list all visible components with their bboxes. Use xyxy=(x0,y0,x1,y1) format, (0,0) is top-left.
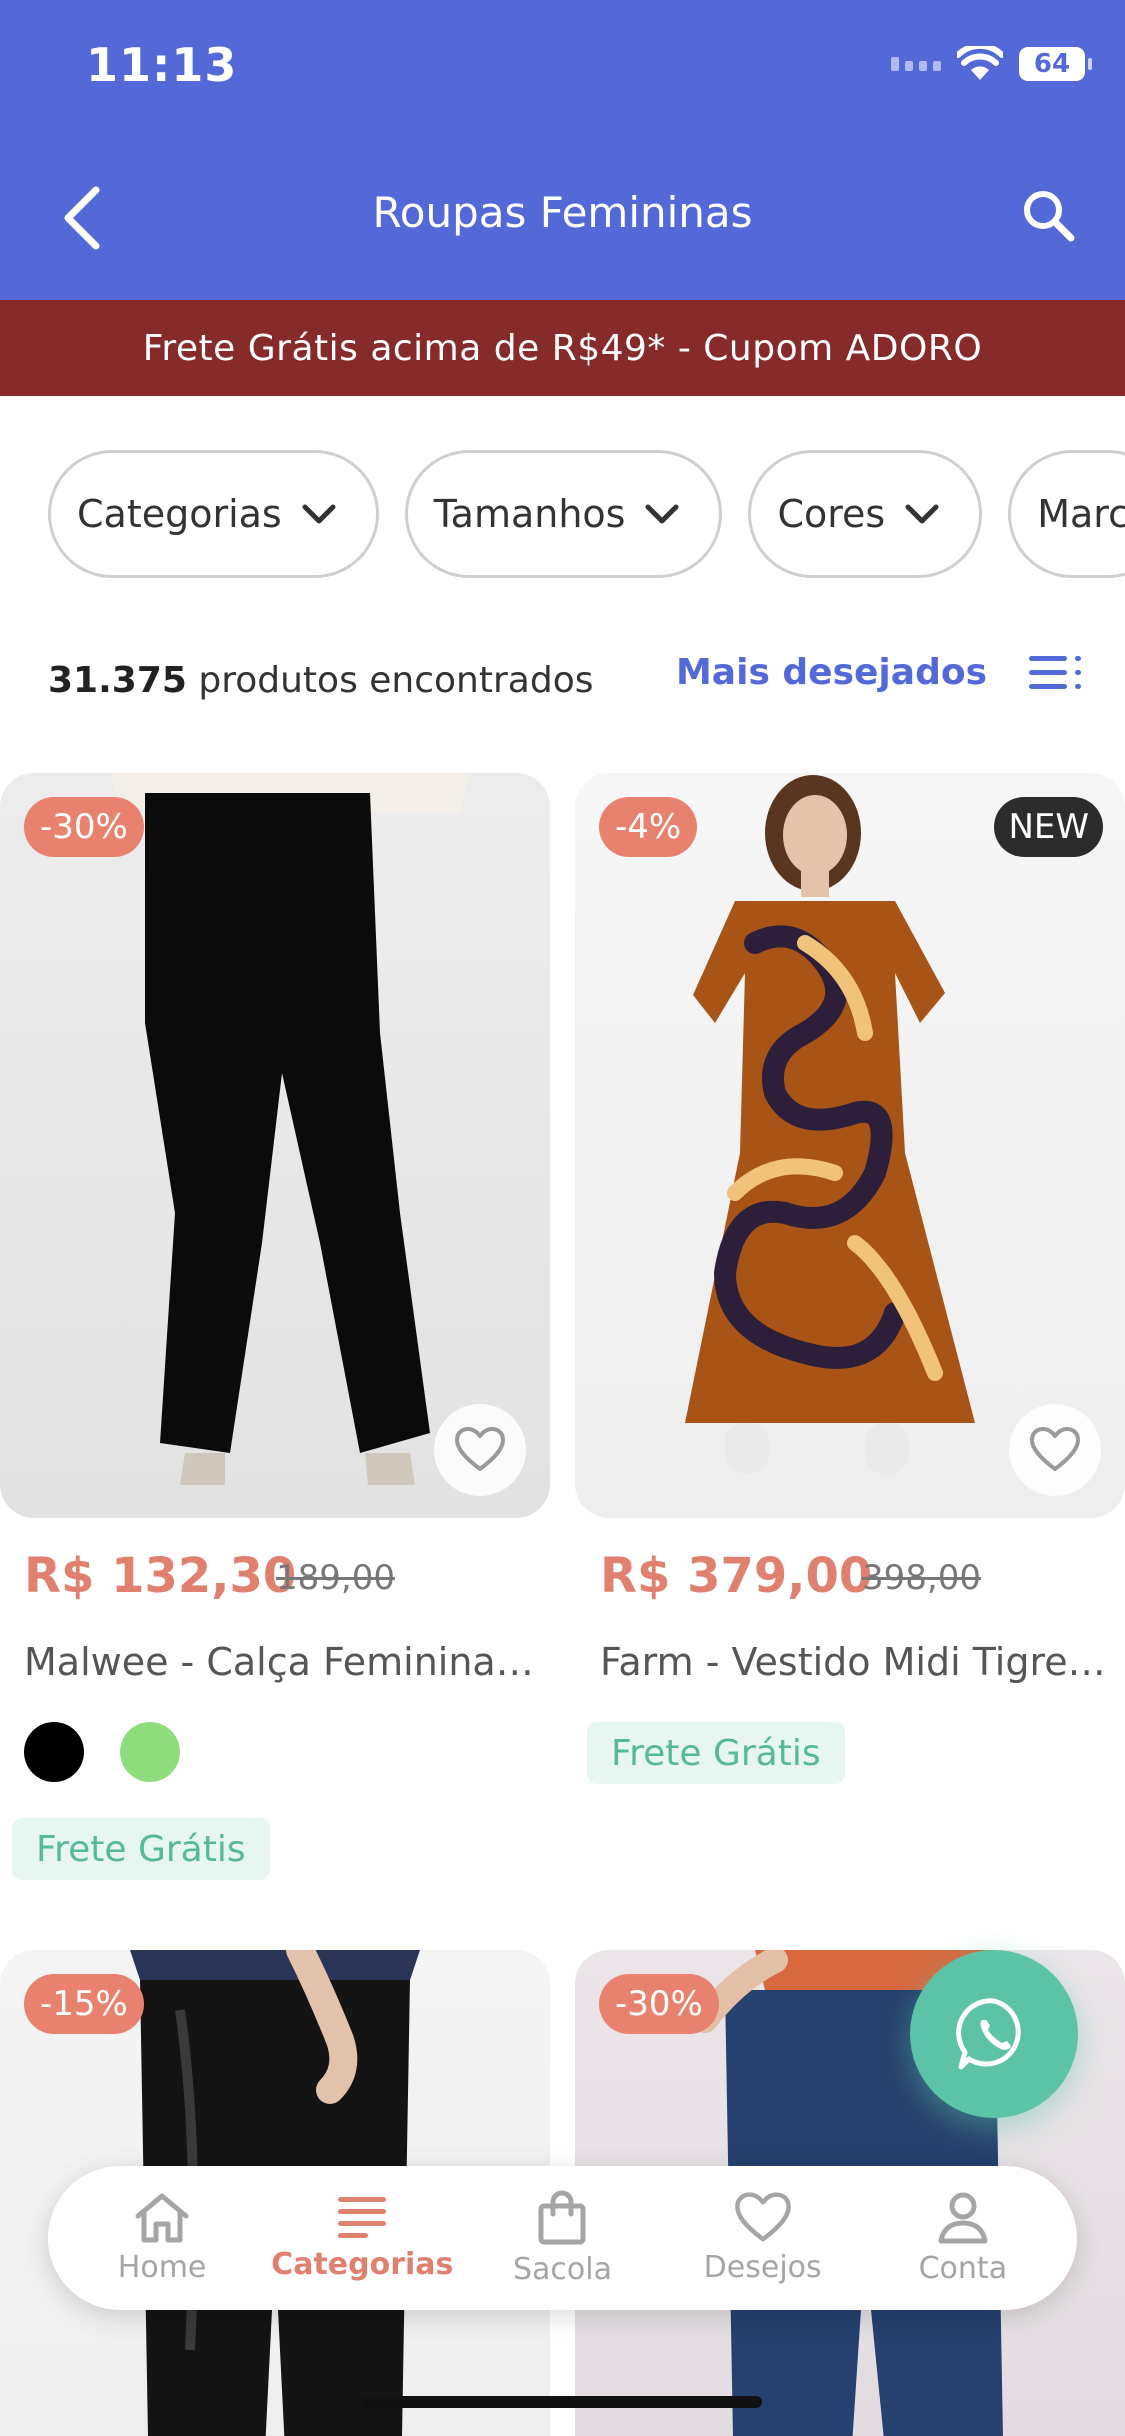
product-old-price: 189,00 xyxy=(276,1558,395,1598)
nav-sacola[interactable]: Sacola xyxy=(467,2190,657,2287)
new-badge: NEW xyxy=(994,797,1103,857)
product-price: R$ 379,00 xyxy=(600,1548,873,1604)
list-icon xyxy=(338,2196,387,2238)
bottom-nav: Home Categorias Sacola Desejos Conta xyxy=(48,2166,1077,2310)
filter-label: Marc xyxy=(1037,492,1125,536)
nav-home[interactable]: Home xyxy=(67,2192,257,2285)
product-price: R$ 132,30 xyxy=(24,1548,297,1604)
free-shipping-tag: Frete Grátis xyxy=(587,1722,845,1784)
status-icons: 64 xyxy=(891,46,1092,82)
whatsapp-button[interactable] xyxy=(910,1950,1078,2118)
home-icon xyxy=(135,2193,189,2242)
product-name[interactable]: Farm - Vestido Midi Tigre Estampado xyxy=(600,1640,1110,1684)
sort-control[interactable]: Mais desejados xyxy=(676,652,1085,693)
nav-conta[interactable]: Conta xyxy=(868,2191,1058,2286)
product-card-farm[interactable]: -4% NEW xyxy=(575,773,1125,1518)
discount-badge: -15% xyxy=(24,1974,144,2034)
status-time: 11:13 xyxy=(86,38,238,92)
heart-icon xyxy=(734,2191,791,2241)
color-swatch-green[interactable] xyxy=(120,1722,180,1782)
favorite-button[interactable] xyxy=(434,1404,526,1496)
nav-desejos[interactable]: Desejos xyxy=(668,2191,858,2285)
heart-icon xyxy=(455,1427,505,1471)
battery-icon: 64 xyxy=(1019,47,1092,81)
app-header: 11:13 64 Roupas Femininas xyxy=(0,0,1125,300)
filter-cores[interactable]: Cores xyxy=(748,450,983,578)
discount-badge: -4% xyxy=(599,797,698,857)
favorite-button[interactable] xyxy=(1009,1404,1101,1496)
page-title: Roupas Femininas xyxy=(372,188,753,237)
discount-badge: -30% xyxy=(599,1974,719,2034)
results-number: 31.375 xyxy=(48,660,187,701)
results-count: 31.375 produtos encontrados xyxy=(48,660,593,701)
nav-categorias[interactable]: Categorias xyxy=(267,2195,457,2282)
user-icon xyxy=(938,2192,988,2243)
battery-level: 64 xyxy=(1033,49,1071,79)
nav-label: Conta xyxy=(918,2250,1008,2286)
nav-label: Categorias xyxy=(271,2246,454,2282)
wifi-icon xyxy=(957,46,1003,80)
filter-tamanhos[interactable]: Tamanhos xyxy=(404,450,723,578)
search-button[interactable] xyxy=(1013,180,1085,252)
nav-label: Desejos xyxy=(703,2249,822,2285)
whatsapp-icon xyxy=(956,1998,1021,2070)
promo-banner[interactable]: Frete Grátis acima de R$49* - Cupom ADOR… xyxy=(0,300,1125,396)
sort-label: Mais desejados xyxy=(675,652,987,693)
product-old-price: 398,00 xyxy=(862,1558,981,1598)
chevron-down-icon xyxy=(905,504,939,524)
bag-icon xyxy=(538,2190,586,2244)
filter-label: Tamanhos xyxy=(433,492,626,536)
filter-categorias[interactable]: Categorias xyxy=(48,450,379,578)
chevron-down-icon xyxy=(645,504,679,524)
discount-badge: -30% xyxy=(24,797,144,857)
nav-label: Sacola xyxy=(512,2251,612,2287)
home-indicator xyxy=(362,2396,762,2408)
color-swatch-black[interactable] xyxy=(24,1722,84,1782)
chevron-down-icon xyxy=(302,504,336,524)
nav-label: Home xyxy=(117,2249,207,2285)
heart-icon xyxy=(1030,1427,1080,1471)
filter-label: Cores xyxy=(777,492,886,536)
sort-list-icon xyxy=(1029,655,1081,689)
filter-bar: Categorias Tamanhos Cores Marc xyxy=(48,450,1125,578)
search-icon xyxy=(1024,191,1075,242)
product-name[interactable]: Malwee - Calça Feminina Flare Jeans Pret… xyxy=(24,1640,534,1684)
results-text: produtos encontrados xyxy=(198,660,594,701)
filter-label: Categorias xyxy=(77,492,282,536)
filter-marcas[interactable]: Marc xyxy=(1008,450,1125,578)
signal-icon xyxy=(891,57,941,71)
free-shipping-tag: Frete Grátis xyxy=(12,1818,270,1880)
product-card-malwee[interactable]: -30% xyxy=(0,773,550,1518)
